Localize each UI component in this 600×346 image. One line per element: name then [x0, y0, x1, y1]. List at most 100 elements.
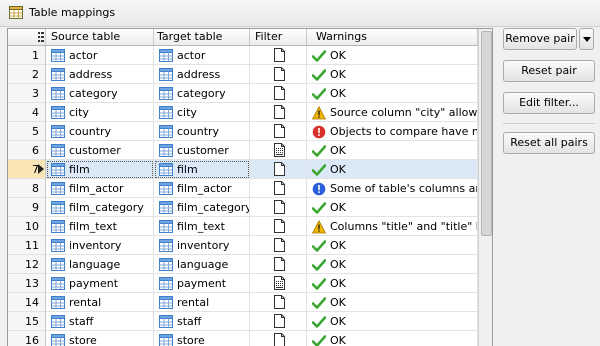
table-row-selected[interactable]: 7 film film OK [8, 160, 478, 179]
row-number-cell[interactable]: 3 [8, 84, 46, 103]
target-table-cell[interactable]: actor [154, 46, 250, 65]
target-table-cell[interactable]: customer [154, 141, 250, 160]
source-table-cell[interactable]: inventory [46, 236, 154, 255]
target-table-cell[interactable]: film_category [154, 198, 250, 217]
target-table-cell[interactable]: inventory [154, 236, 250, 255]
filter-cell[interactable] [250, 236, 307, 255]
filter-cell[interactable] [250, 160, 307, 179]
row-number-cell[interactable]: 7 [8, 160, 46, 179]
table-row[interactable]: 16 store store OK [8, 331, 478, 346]
warning-cell[interactable]: OK [307, 198, 478, 217]
row-number-cell[interactable]: 10 [8, 217, 46, 236]
target-table-cell[interactable]: film_text [154, 217, 250, 236]
filter-empty-icon[interactable] [274, 48, 285, 62]
filter-cell[interactable] [250, 312, 307, 331]
warning-cell[interactable]: OK [307, 255, 478, 274]
warning-cell[interactable]: OK [307, 274, 478, 293]
target-table-cell[interactable]: country [154, 122, 250, 141]
table-row[interactable]: 9 film_category film_category [8, 198, 478, 217]
remove-pair-button[interactable]: Remove pair [503, 28, 577, 50]
filter-empty-icon[interactable] [274, 238, 285, 252]
source-table-cell[interactable]: city [46, 103, 154, 122]
source-table-cell[interactable]: payment [46, 274, 154, 293]
filter-cell[interactable] [250, 46, 307, 65]
table-row[interactable]: 6 customer customer O [8, 141, 478, 160]
edit-filter-button[interactable]: Edit filter... [503, 92, 595, 114]
filter-cell[interactable] [250, 179, 307, 198]
filter-empty-icon[interactable] [274, 67, 285, 81]
reset-all-pairs-button[interactable]: Reset all pairs [503, 132, 595, 154]
filter-set-icon[interactable] [274, 276, 285, 290]
filter-cell[interactable] [250, 65, 307, 84]
table-row[interactable]: 12 language language [8, 255, 478, 274]
filter-cell[interactable] [250, 217, 307, 236]
source-table-cell[interactable]: film [46, 160, 154, 179]
warning-cell[interactable]: Objects to compare have no ke [307, 122, 478, 141]
table-mappings-grid[interactable]: Source table Target table Filter Warning… [7, 28, 493, 346]
filter-cell[interactable] [250, 198, 307, 217]
table-row[interactable]: 3 category category O [8, 84, 478, 103]
column-header-target[interactable]: Target table [154, 29, 250, 45]
source-table-cell[interactable]: customer [46, 141, 154, 160]
filter-empty-icon[interactable] [274, 200, 285, 214]
table-row[interactable]: 5 country country Obj [8, 122, 478, 141]
table-row[interactable]: 14 rental rental OK [8, 293, 478, 312]
row-number-cell[interactable]: 13 [8, 274, 46, 293]
filter-cell[interactable] [250, 122, 307, 141]
row-number-cell[interactable]: 15 [8, 312, 46, 331]
source-table-cell[interactable]: rental [46, 293, 154, 312]
warning-cell[interactable]: OK [307, 160, 478, 179]
filter-empty-icon[interactable] [274, 124, 285, 138]
warning-cell[interactable]: OK [307, 141, 478, 160]
source-table-cell[interactable]: language [46, 255, 154, 274]
filter-empty-icon[interactable] [274, 162, 285, 176]
source-table-cell[interactable]: address [46, 65, 154, 84]
row-number-cell[interactable]: 12 [8, 255, 46, 274]
warning-cell[interactable]: OK [307, 236, 478, 255]
warning-cell[interactable]: OK [307, 312, 478, 331]
warning-cell[interactable]: Columns "title" and "title" have [307, 217, 478, 236]
column-header-source[interactable]: Source table [46, 29, 154, 45]
source-table-cell[interactable]: film_text [46, 217, 154, 236]
vertical-scrollbar[interactable] [478, 29, 493, 346]
source-table-cell[interactable]: staff [46, 312, 154, 331]
target-table-cell[interactable]: language [154, 255, 250, 274]
filter-empty-icon[interactable] [274, 314, 285, 328]
row-number-cell[interactable]: 1 [8, 46, 46, 65]
source-table-cell[interactable]: film_actor [46, 179, 154, 198]
target-table-cell[interactable]: address [154, 65, 250, 84]
table-row[interactable]: 13 payment payment OK [8, 274, 478, 293]
source-table-cell[interactable]: store [46, 331, 154, 346]
table-row[interactable]: 11 inventory inventory [8, 236, 478, 255]
source-table-cell[interactable]: country [46, 122, 154, 141]
warning-cell[interactable]: Source column "city" allows Nu [307, 103, 478, 122]
row-number-cell[interactable]: 14 [8, 293, 46, 312]
filter-empty-icon[interactable] [274, 333, 285, 346]
source-table-cell[interactable]: actor [46, 46, 154, 65]
filter-empty-icon[interactable] [274, 181, 285, 195]
warning-cell[interactable]: OK [307, 331, 478, 346]
target-table-cell[interactable]: category [154, 84, 250, 103]
filter-cell[interactable] [250, 141, 307, 160]
warning-cell[interactable]: OK [307, 46, 478, 65]
row-number-cell[interactable]: 6 [8, 141, 46, 160]
remove-pair-dropdown-button[interactable] [579, 28, 594, 50]
table-row[interactable]: 1 actor actor OK [8, 46, 478, 65]
target-table-cell[interactable]: payment [154, 274, 250, 293]
row-number-cell[interactable]: 16 [8, 331, 46, 346]
filter-empty-icon[interactable] [274, 105, 285, 119]
target-table-cell[interactable]: staff [154, 312, 250, 331]
target-table-cell[interactable]: store [154, 331, 250, 346]
warning-cell[interactable]: OK [307, 293, 478, 312]
filter-cell[interactable] [250, 274, 307, 293]
filter-empty-icon[interactable] [274, 219, 285, 233]
filter-cell[interactable] [250, 103, 307, 122]
source-table-cell[interactable]: film_category [46, 198, 154, 217]
filter-empty-icon[interactable] [274, 86, 285, 100]
filter-cell[interactable] [250, 84, 307, 103]
table-row[interactable]: 4 city city Source co [8, 103, 478, 122]
row-number-cell[interactable]: 9 [8, 198, 46, 217]
reset-pair-button[interactable]: Reset pair [503, 60, 595, 82]
target-table-cell[interactable]: city [154, 103, 250, 122]
row-number-cell[interactable]: 2 [8, 65, 46, 84]
